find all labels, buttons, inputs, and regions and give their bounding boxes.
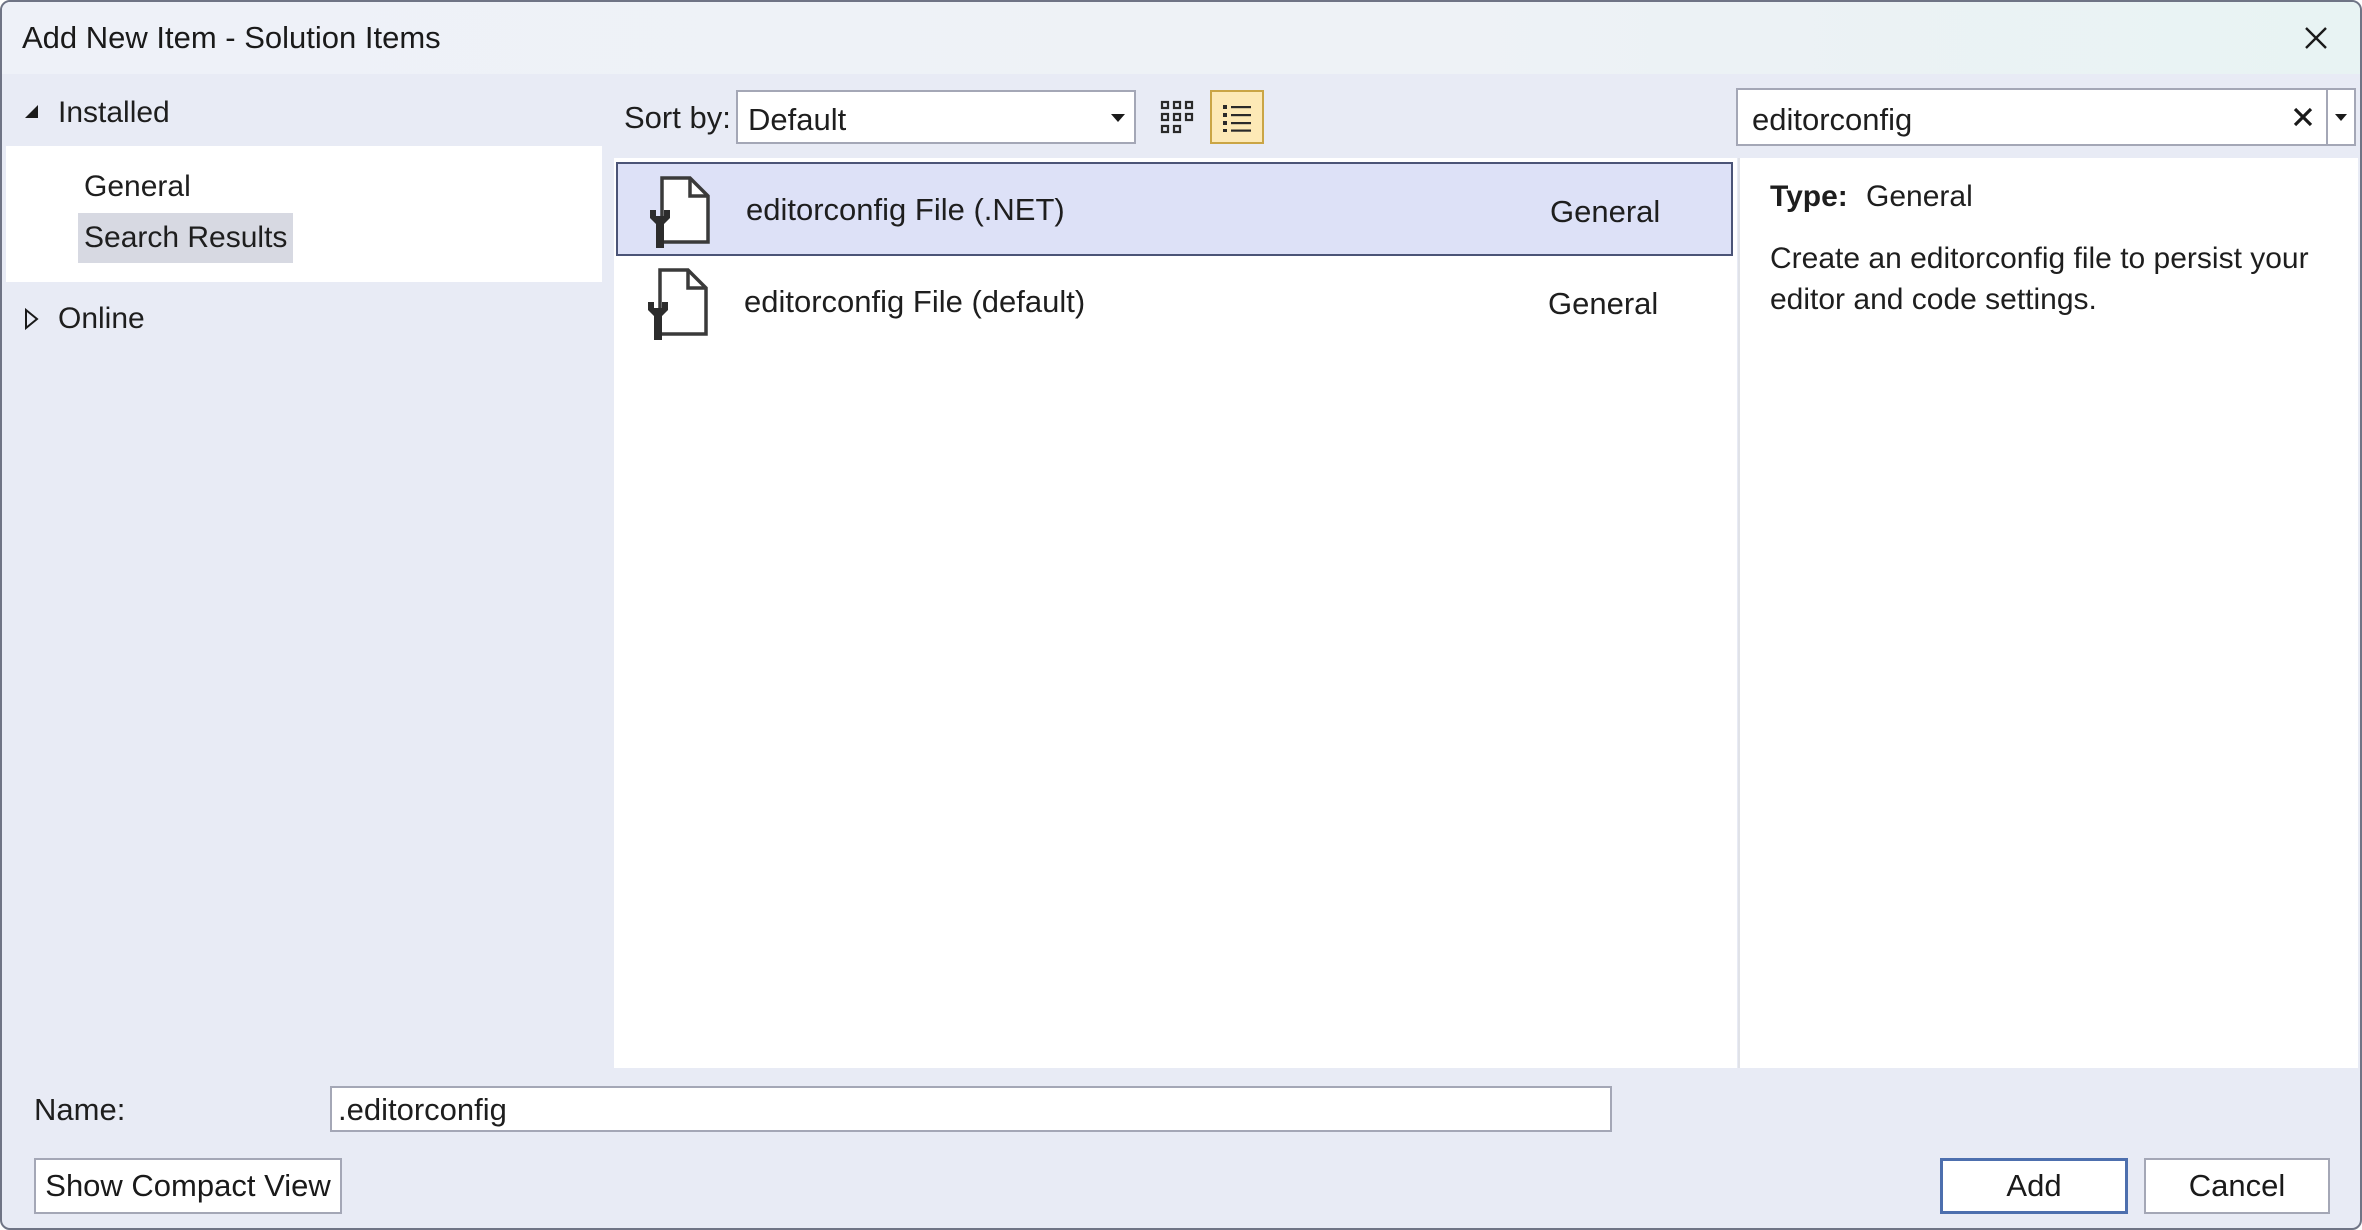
tree-item-general[interactable]: General [78, 162, 197, 212]
show-compact-view-label: Show Compact View [45, 1168, 330, 1204]
template-category-tree: Installed General Search Results Online [2, 74, 606, 1064]
search-history-dropdown[interactable] [2326, 90, 2354, 144]
name-field[interactable]: .editorconfig [330, 1086, 1612, 1132]
medium-icons-view-button[interactable] [1150, 90, 1204, 144]
add-button[interactable]: Add [1940, 1158, 2128, 1214]
type-label: Type: [1770, 180, 1848, 214]
close-icon [2303, 25, 2329, 51]
search-input[interactable]: editorconfig [1752, 102, 1912, 138]
clear-search-button[interactable] [2284, 98, 2322, 136]
collapsed-arrow-icon [22, 308, 42, 330]
template-name: editorconfig File (default) [744, 284, 1085, 320]
list-view-icon [1220, 100, 1254, 134]
tree-item-search-results[interactable]: Search Results [78, 213, 293, 263]
tree-node-installed-label: Installed [58, 96, 170, 130]
add-button-label: Add [2006, 1168, 2061, 1204]
name-label: Name: [34, 1092, 125, 1128]
chevron-down-icon [1110, 113, 1126, 123]
editorconfig-file-icon [636, 264, 712, 344]
expanded-arrow-icon [22, 102, 42, 122]
cancel-button[interactable]: Cancel [2144, 1158, 2330, 1214]
add-new-item-dialog: Add New Item - Solution Items Installed … [0, 0, 2362, 1230]
title-bar: Add New Item - Solution Items [2, 2, 2360, 74]
sort-by-value: Default [748, 102, 846, 138]
template-item[interactable]: editorconfig File (.NET) General [616, 162, 1733, 256]
installed-children: General Search Results [6, 146, 602, 282]
close-button[interactable] [2294, 16, 2338, 60]
close-icon [2292, 106, 2314, 128]
template-item[interactable]: editorconfig File (default) General [616, 256, 1733, 350]
dialog-title: Add New Item - Solution Items [22, 20, 441, 56]
sort-by-dropdown[interactable]: Default [736, 90, 1136, 144]
template-name: editorconfig File (.NET) [746, 192, 1065, 228]
tree-node-installed[interactable]: Installed [2, 88, 602, 138]
template-description: Create an editorconfig file to persist y… [1770, 238, 2340, 320]
chevron-down-icon [2334, 113, 2348, 122]
template-list: editorconfig File (.NET) General editorc… [614, 158, 1737, 1068]
type-value: General [1866, 180, 1973, 214]
tree-node-online[interactable]: Online [2, 294, 602, 344]
search-installed-templates: editorconfig [1736, 88, 2356, 146]
template-category: General [1548, 286, 1658, 322]
tree-node-online-label: Online [58, 302, 145, 336]
tree-item-general-label: General [84, 170, 191, 204]
editorconfig-file-icon [638, 172, 714, 252]
template-category: General [1550, 194, 1660, 230]
sort-by-label: Sort by: [624, 100, 731, 136]
list-view-button[interactable] [1210, 90, 1264, 144]
cancel-button-label: Cancel [2189, 1168, 2286, 1204]
show-compact-view-button[interactable]: Show Compact View [34, 1158, 342, 1214]
grid-view-icon [1159, 99, 1195, 135]
template-details-pane: Type: General Create an editorconfig fil… [1738, 158, 2358, 1068]
tree-item-search-results-label: Search Results [84, 221, 287, 255]
